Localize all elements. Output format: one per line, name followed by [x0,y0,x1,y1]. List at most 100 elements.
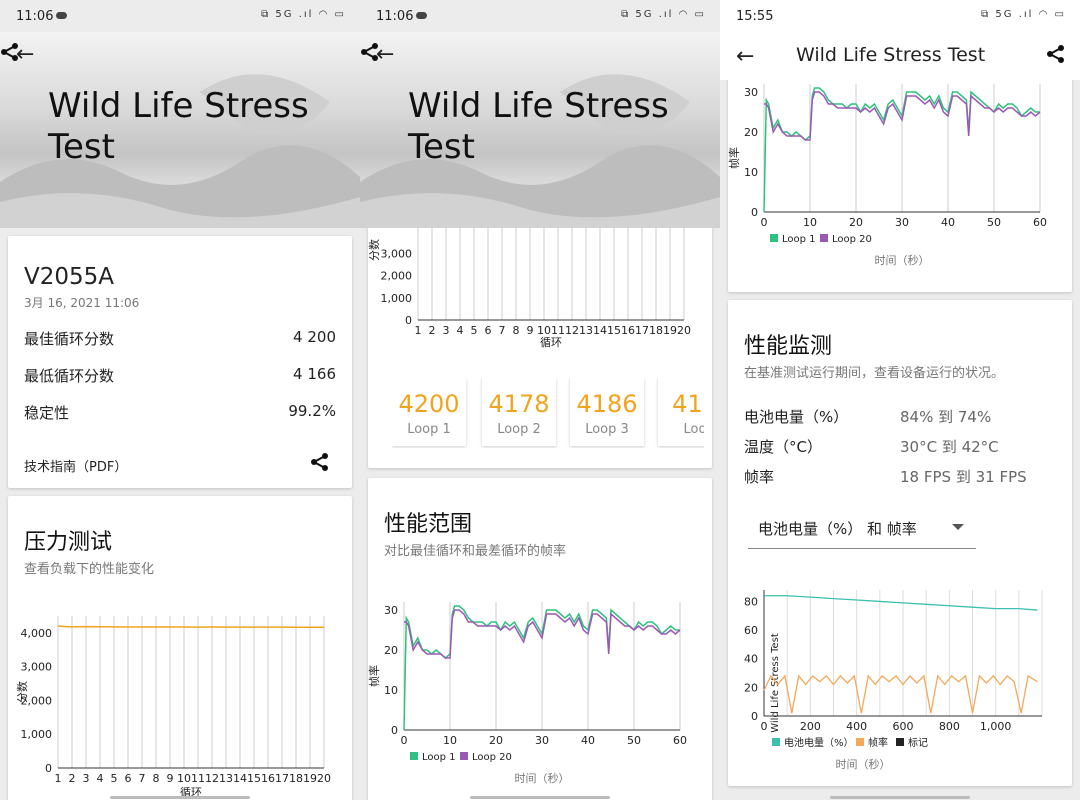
fps-range-chart: 0 10 20 30 40 50 60 0 10 20 30 帧率 Loop 1 Loop 20时间（秒） [728,84,1047,267]
x-tick-label: 5 [471,324,478,337]
y-tick-label: 20 [744,681,758,694]
loop-score-box[interactable]: 4200 Loop 1 [392,378,466,446]
stress-test-card: 压力测试 查看负载下的性能变化 1 2 3 4 5 6 7 8 9 10 11 12 13 14 15 16 1… [8,496,352,800]
x-tick-label: 9 [167,772,174,785]
fps-range-card: 0 10 20 30 40 50 60 0 10 20 30 帧率 Loop 1 Loop 20 时间（秒） [728,60,1072,292]
x-tick-label: 20 [489,734,503,747]
legend-label: Loop 1 [422,752,456,763]
x-tick-label: 200 [800,720,821,733]
legend-swatch [772,738,780,746]
x-tick-label: 5 [111,772,118,785]
performance-range-card: 性能范围 对比最佳循环和最差循环的帧率 0 10 20 30 40 50 60 0 10 20 30… [368,478,712,800]
back-arrow-icon[interactable]: ← [736,44,754,69]
loop-score-box[interactable]: 4186 Loop 3 [570,378,644,446]
loop-score: 4200 [398,390,460,418]
legend-label: Loop 1 [782,234,816,245]
y-tick-label: 1,000 [21,728,53,741]
cloud-icon [56,12,67,19]
x-tick-label: 13 [579,324,593,337]
x-tick-label: 7 [499,324,506,337]
x-tick-label: 17 [275,772,289,785]
home-indicator[interactable] [110,796,250,799]
x-tick-label: 4 [97,772,104,785]
status-time: 11:06 [16,9,54,24]
loop-label: Loo [683,422,704,437]
x-tick-label: 15 [247,772,261,785]
technical-guide-link[interactable]: 技术指南（PDF） [24,456,127,475]
monitor-chart: 0 200 400 600 800 1,000020406080Wild Life Str… [744,590,1043,771]
x-tick-label: 10 [443,734,457,747]
x-tick-label: 2 [69,772,76,785]
y-tick-label: 1,000 [381,292,413,305]
x-tick-label: 50 [627,734,641,747]
app-bar-title: Wild Life Stress Test [796,44,986,66]
x-tick-label: 10 [803,216,817,229]
metric-dropdown[interactable]: 电池电量（%） 和 帧率 [748,510,976,549]
y-tick-label: 20 [384,644,398,657]
x-tick-label: 600 [893,720,914,733]
legend-label: Loop 20 [472,752,512,763]
x-tick-label: 40 [941,216,955,229]
performance-monitor-card: 性能监测 在基准测试运行期间，查看设备运行的状况。 电池电量（%） 84% 到 … [728,300,1072,786]
y-tick-label: 20 [744,126,758,139]
y-tick-label: 0 [751,206,758,219]
legend-label: 标记 [908,737,928,749]
x-tick-label: 20 [849,216,863,229]
y-tick-label: 3,000 [21,661,53,674]
loop-scores-strip[interactable]: 4200 Loop 1 4178 Loop 2 4186 Loop 3 418 … [392,378,704,448]
x-tick-label: 4 [457,324,464,337]
result-summary-card: V2055A 3月 16, 2021 11:06 最佳循环分数 4 200 最低… [8,236,352,488]
monitor-subtitle: 在基准测试运行期间，查看设备运行的状况。 [744,366,1005,381]
loop-score-box[interactable]: 4178 Loop 2 [482,378,556,446]
x-tick-label: 3 [443,324,450,337]
x-axis-label: 循环 [540,336,562,349]
x-tick-label: 7 [139,772,146,785]
x-tick-label: 9 [527,324,534,337]
share-icon[interactable] [0,42,20,62]
best-loop-label: 最佳循环分数 [24,330,115,348]
legend-swatch [460,752,468,760]
x-tick-label: 1 [415,324,422,337]
worst-loop-value: 4 166 [293,365,336,383]
x-tick-label: 14 [233,772,247,785]
x-tick-label: 60 [1033,216,1047,229]
x-tick-label: 2 [429,324,436,337]
y-tick-label: 10 [744,166,758,179]
worst-loop-label: 最低循环分数 [24,367,115,385]
x-tick-label: 14 [593,324,607,337]
x-axis-label: 时间（秒） [836,757,891,771]
app-bar: ← Wild Life Stress Test [720,32,1080,80]
status-bar: 11:06 ⧉ 5G .ıl ◠ ▭ [360,0,720,32]
x-tick-label: 30 [895,216,909,229]
x-tick-label: 18 [649,324,663,337]
series-line-1 [764,595,1038,611]
x-tick-label: 17 [635,324,649,337]
home-indicator[interactable] [830,796,970,799]
x-tick-label: 40 [581,734,595,747]
home-indicator[interactable] [470,796,610,799]
range-title: 性能范围 [384,512,473,537]
legend-label: 电池电量（%） [784,736,854,749]
screen-results: 11:06 ⧉ 5G .ıl ◠ ▭ ← Wild Life Stress Te… [0,0,360,800]
hero-banner: ← Wild Life Stress Test [360,32,720,228]
x-tick-label: 8 [513,324,520,337]
y-axis-label: 帧率 [368,665,381,687]
share-icon[interactable] [360,42,380,62]
share-icon[interactable] [1046,44,1066,64]
status-time: 11:06 [376,9,414,24]
chevron-down-icon [952,524,964,530]
y-tick-label: 2,000 [381,270,413,283]
status-bar: 15:55 ⧉ 5G .ıl ◠ ▭ [720,0,1080,32]
x-tick-label: 1,000 [980,720,1012,733]
range-subtitle: 对比最佳循环和最差循环的帧率 [384,544,567,559]
share-icon[interactable] [310,452,330,472]
x-tick-label: 11 [191,772,205,785]
test-date: 3月 16, 2021 11:06 [24,296,140,310]
status-bar: 11:06 ⧉ 5G .ıl ◠ ▭ [0,0,360,32]
x-tick-label: 12 [205,772,219,785]
dropdown-value: 电池电量（%） 和 帧率 [758,520,917,538]
screen-stress-detail: 11:06 ⧉ 5G .ıl ◠ ▭ 1 2 3 4 5 6 7 8 9 10 11 12 13 14 15… [360,0,720,800]
loop-label: Loop 3 [585,422,629,437]
legend-swatch [820,234,828,242]
loop-score-box[interactable]: 418 Loo [658,378,704,446]
